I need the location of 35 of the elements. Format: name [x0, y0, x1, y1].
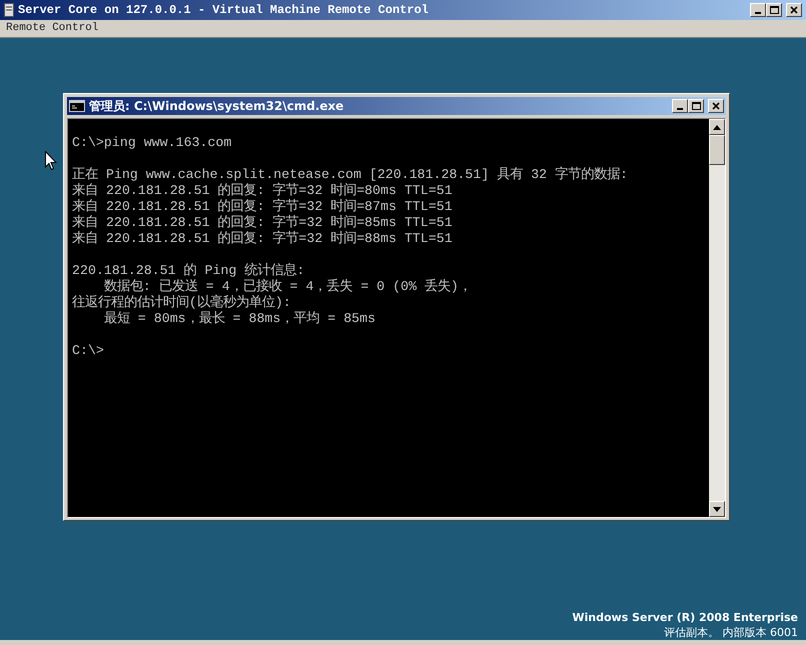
build-version: 评估副本。 内部版本 6001 [663, 625, 798, 640]
scroll-down-button[interactable] [709, 501, 725, 517]
close-button[interactable] [708, 99, 724, 113]
server-icon [4, 3, 14, 17]
console-line: 来自 220.181.28.51 的回复: 字节=32 时间=80ms TTL=51 [72, 183, 452, 198]
console-icon [69, 100, 85, 112]
minimize-button[interactable] [672, 99, 688, 113]
console-line: C:\> [72, 343, 104, 358]
up-arrow-icon [713, 124, 721, 130]
mouse-pointer-icon [45, 151, 57, 170]
maximize-button[interactable] [688, 99, 704, 113]
console-line: 来自 220.181.28.51 的回复: 字节=32 时间=87ms TTL=51 [72, 199, 452, 214]
console-line: 最短 = 80ms，最长 = 88ms，平均 = 85ms [102, 311, 376, 326]
product-name: Windows Server (R) 2008 Enterprise [572, 610, 798, 625]
menu-item[interactable]: Remote Control [6, 22, 98, 35]
console-line: 220.181.28.51 的 Ping 统计信息: [72, 263, 305, 278]
console-line: 正在 Ping www.cache.split.netease.com [220.181.28.51] 具有 32 字节的数据: [72, 167, 628, 182]
window-title: Server Core on 127.0.0.1 - Virtual Machine Remote Control [18, 3, 430, 17]
console-line: 来自 220.181.28.51 的回复: 字节=32 时间=85ms TTL=51 [72, 215, 452, 230]
console-title: 管理员: C:\Windows\system32\cmd.exe [89, 98, 345, 114]
minimize-button[interactable] [750, 3, 766, 17]
scroll-thumb[interactable] [709, 135, 725, 165]
maximize-icon [770, 6, 778, 14]
close-icon [712, 102, 720, 110]
close-button[interactable] [786, 3, 802, 17]
console-line: 数据包: 已发送 = 4，已接收 = 4，丢失 = 0 (0% 丢失)， [102, 279, 472, 294]
console-line: 来自 220.181.28.51 的回复: 字节=32 时间=88ms TTL=51 [72, 231, 452, 246]
scrollbar[interactable] [709, 119, 725, 517]
maximize-icon [692, 102, 700, 110]
console-line: C:\>ping www.163.com [72, 135, 232, 150]
scroll-up-button[interactable] [709, 119, 725, 135]
close-icon [790, 6, 798, 14]
down-arrow-icon [713, 506, 721, 512]
console-line: 往返行程的估计时间(以毫秒为单位): [72, 295, 291, 310]
maximize-button[interactable] [766, 3, 782, 17]
